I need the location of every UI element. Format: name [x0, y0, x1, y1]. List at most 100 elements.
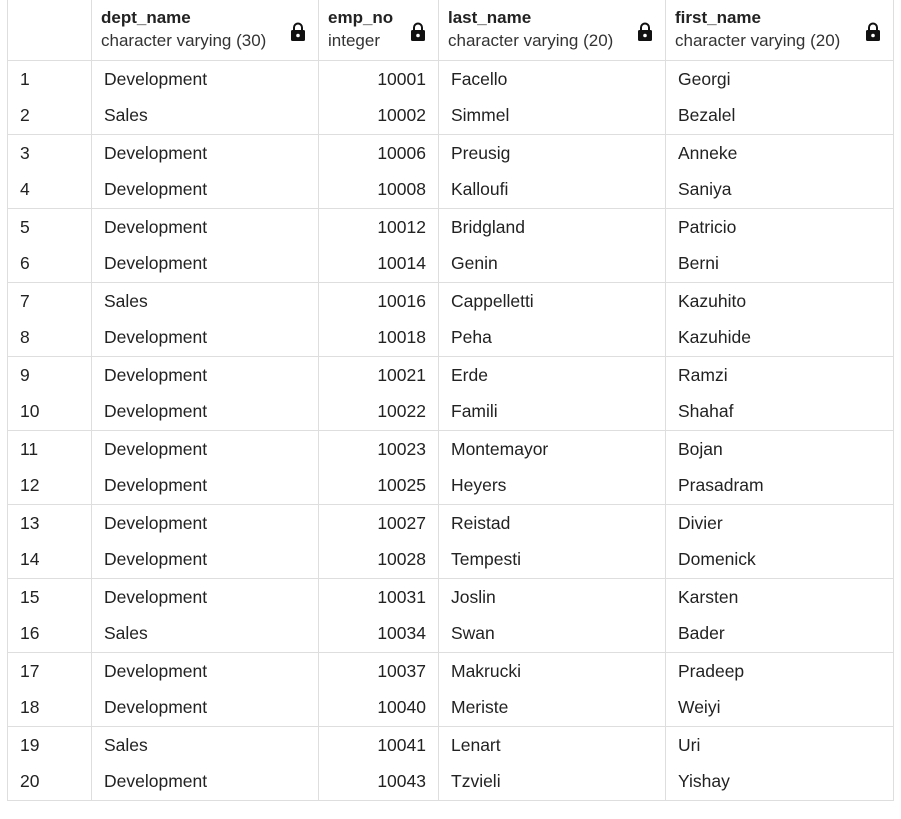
table-row[interactable]: 10 Development 10022 Famili Shahaf [7, 393, 894, 431]
table-row[interactable]: 20 Development 10043 Tzvieli Yishay [7, 763, 894, 801]
cell-emp-no[interactable]: 10012 [318, 208, 439, 246]
row-number[interactable]: 1 [7, 60, 92, 98]
row-number[interactable]: 10 [7, 393, 92, 431]
table-row[interactable]: 15 Development 10031 Joslin Karsten [7, 578, 894, 616]
cell-last-name[interactable]: Simmel [438, 97, 666, 135]
cell-first-name[interactable]: Pradeep [665, 652, 894, 690]
cell-dept-name[interactable]: Sales [91, 726, 319, 764]
row-number[interactable]: 8 [7, 319, 92, 357]
cell-dept-name[interactable]: Development [91, 171, 319, 209]
cell-emp-no[interactable]: 10018 [318, 319, 439, 357]
cell-emp-no[interactable]: 10021 [318, 356, 439, 394]
cell-last-name[interactable]: Reistad [438, 504, 666, 542]
cell-first-name[interactable]: Bader [665, 615, 894, 653]
cell-emp-no[interactable]: 10037 [318, 652, 439, 690]
cell-dept-name[interactable]: Development [91, 578, 319, 616]
row-number[interactable]: 6 [7, 245, 92, 283]
row-number[interactable]: 5 [7, 208, 92, 246]
table-row[interactable]: 16 Sales 10034 Swan Bader [7, 615, 894, 653]
cell-dept-name[interactable]: Development [91, 541, 319, 579]
row-number[interactable]: 11 [7, 430, 92, 468]
cell-last-name[interactable]: Kalloufi [438, 171, 666, 209]
table-row[interactable]: 2 Sales 10002 Simmel Bezalel [7, 97, 894, 135]
cell-emp-no[interactable]: 10008 [318, 171, 439, 209]
cell-last-name[interactable]: Preusig [438, 134, 666, 172]
row-number[interactable]: 18 [7, 689, 92, 727]
cell-last-name[interactable]: Joslin [438, 578, 666, 616]
cell-dept-name[interactable]: Sales [91, 97, 319, 135]
cell-first-name[interactable]: Uri [665, 726, 894, 764]
cell-last-name[interactable]: Meriste [438, 689, 666, 727]
column-header-emp-no[interactable]: emp_no integer [318, 0, 439, 61]
cell-last-name[interactable]: Montemayor [438, 430, 666, 468]
cell-emp-no[interactable]: 10006 [318, 134, 439, 172]
cell-first-name[interactable]: Kazuhide [665, 319, 894, 357]
cell-last-name[interactable]: Erde [438, 356, 666, 394]
cell-emp-no[interactable]: 10034 [318, 615, 439, 653]
cell-emp-no[interactable]: 10023 [318, 430, 439, 468]
table-row[interactable]: 8 Development 10018 Peha Kazuhide [7, 319, 894, 357]
cell-last-name[interactable]: Tzvieli [438, 763, 666, 801]
cell-first-name[interactable]: Kazuhito [665, 282, 894, 320]
cell-last-name[interactable]: Tempesti [438, 541, 666, 579]
cell-last-name[interactable]: Cappelletti [438, 282, 666, 320]
cell-first-name[interactable]: Ramzi [665, 356, 894, 394]
cell-emp-no[interactable]: 10001 [318, 60, 439, 98]
cell-last-name[interactable]: Makrucki [438, 652, 666, 690]
cell-dept-name[interactable]: Development [91, 652, 319, 690]
cell-dept-name[interactable]: Development [91, 245, 319, 283]
cell-emp-no[interactable]: 10022 [318, 393, 439, 431]
cell-dept-name[interactable]: Development [91, 319, 319, 357]
table-row[interactable]: 4 Development 10008 Kalloufi Saniya [7, 171, 894, 209]
cell-dept-name[interactable]: Development [91, 356, 319, 394]
cell-first-name[interactable]: Saniya [665, 171, 894, 209]
cell-emp-no[interactable]: 10002 [318, 97, 439, 135]
cell-dept-name[interactable]: Sales [91, 282, 319, 320]
cell-emp-no[interactable]: 10027 [318, 504, 439, 542]
cell-dept-name[interactable]: Development [91, 134, 319, 172]
row-number[interactable]: 17 [7, 652, 92, 690]
cell-dept-name[interactable]: Development [91, 393, 319, 431]
column-header-first-name[interactable]: first_name character varying (20) [665, 0, 894, 61]
table-row[interactable]: 9 Development 10021 Erde Ramzi [7, 356, 894, 394]
row-number[interactable]: 15 [7, 578, 92, 616]
table-row[interactable]: 13 Development 10027 Reistad Divier [7, 504, 894, 542]
row-number[interactable]: 13 [7, 504, 92, 542]
row-number[interactable]: 16 [7, 615, 92, 653]
cell-emp-no[interactable]: 10031 [318, 578, 439, 616]
cell-first-name[interactable]: Weiyi [665, 689, 894, 727]
row-number[interactable]: 2 [7, 97, 92, 135]
cell-dept-name[interactable]: Development [91, 430, 319, 468]
table-row[interactable]: 17 Development 10037 Makrucki Pradeep [7, 652, 894, 690]
row-number[interactable]: 7 [7, 282, 92, 320]
table-row[interactable]: 11 Development 10023 Montemayor Bojan [7, 430, 894, 468]
cell-emp-no[interactable]: 10041 [318, 726, 439, 764]
cell-dept-name[interactable]: Development [91, 60, 319, 98]
column-header-dept-name[interactable]: dept_name character varying (30) [91, 0, 319, 61]
row-number[interactable]: 19 [7, 726, 92, 764]
cell-last-name[interactable]: Bridgland [438, 208, 666, 246]
table-row[interactable]: 6 Development 10014 Genin Berni [7, 245, 894, 283]
cell-emp-no[interactable]: 10043 [318, 763, 439, 801]
cell-emp-no[interactable]: 10016 [318, 282, 439, 320]
row-number[interactable]: 4 [7, 171, 92, 209]
cell-first-name[interactable]: Yishay [665, 763, 894, 801]
cell-dept-name[interactable]: Development [91, 763, 319, 801]
table-row[interactable]: 3 Development 10006 Preusig Anneke [7, 134, 894, 172]
cell-last-name[interactable]: Famili [438, 393, 666, 431]
cell-last-name[interactable]: Heyers [438, 467, 666, 505]
cell-dept-name[interactable]: Development [91, 208, 319, 246]
table-row[interactable]: 7 Sales 10016 Cappelletti Kazuhito [7, 282, 894, 320]
cell-first-name[interactable]: Karsten [665, 578, 894, 616]
cell-first-name[interactable]: Bezalel [665, 97, 894, 135]
cell-first-name[interactable]: Domenick [665, 541, 894, 579]
column-header-last-name[interactable]: last_name character varying (20) [438, 0, 666, 61]
cell-emp-no[interactable]: 10040 [318, 689, 439, 727]
cell-first-name[interactable]: Shahaf [665, 393, 894, 431]
row-number[interactable]: 14 [7, 541, 92, 579]
table-row[interactable]: 19 Sales 10041 Lenart Uri [7, 726, 894, 764]
table-row[interactable]: 14 Development 10028 Tempesti Domenick [7, 541, 894, 579]
table-row[interactable]: 1 Development 10001 Facello Georgi [7, 60, 894, 98]
table-row[interactable]: 12 Development 10025 Heyers Prasadram [7, 467, 894, 505]
cell-first-name[interactable]: Anneke [665, 134, 894, 172]
